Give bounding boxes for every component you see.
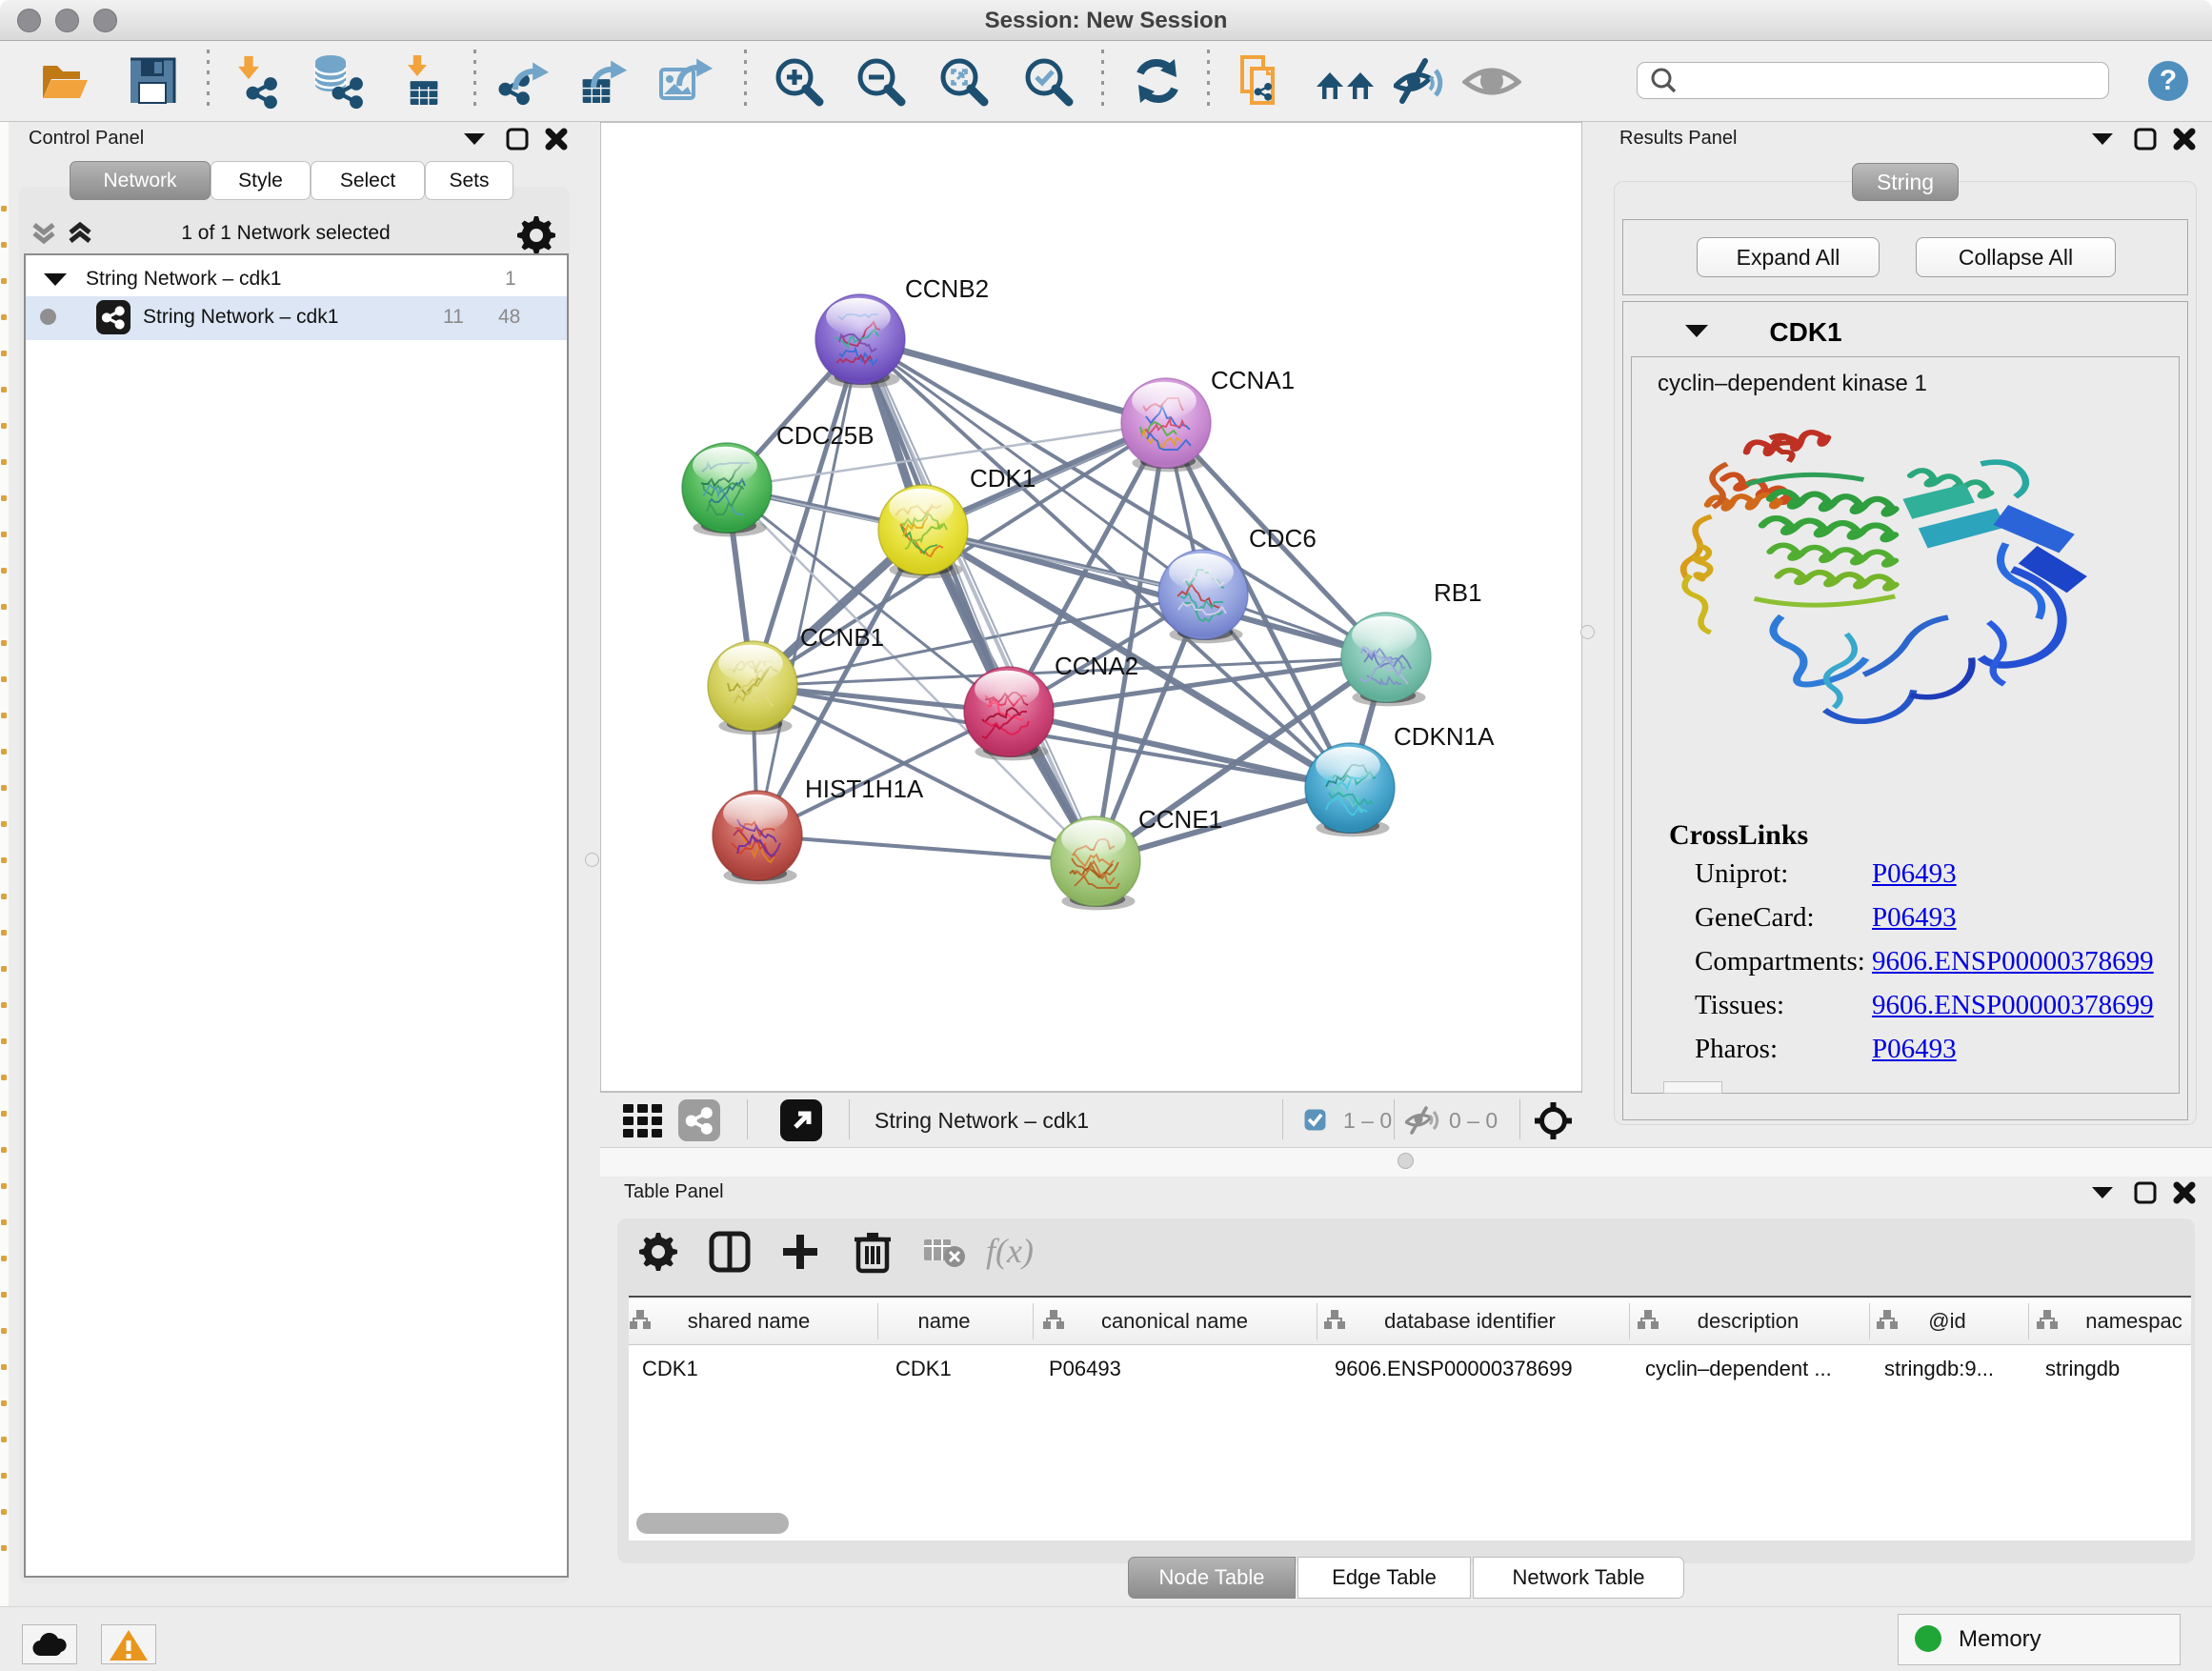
svg-text:CCNE1: CCNE1: [1138, 805, 1222, 834]
svg-text:HIST1H1A: HIST1H1A: [805, 775, 924, 803]
svg-text:CDKN1A: CDKN1A: [1394, 722, 1495, 751]
svg-text:CDC6: CDC6: [1249, 524, 1317, 553]
svg-text:CCNA2: CCNA2: [1055, 652, 1138, 680]
svg-text:?: ?: [2160, 65, 2177, 96]
svg-text:RB1: RB1: [1434, 578, 1482, 607]
svg-text:CDC25B: CDC25B: [776, 421, 875, 450]
svg-text:CCNA1: CCNA1: [1211, 366, 1295, 394]
svg-text:CCNB1: CCNB1: [800, 623, 884, 652]
svg-text:CCNB2: CCNB2: [905, 274, 989, 303]
svg-text:CDK1: CDK1: [970, 464, 1036, 493]
